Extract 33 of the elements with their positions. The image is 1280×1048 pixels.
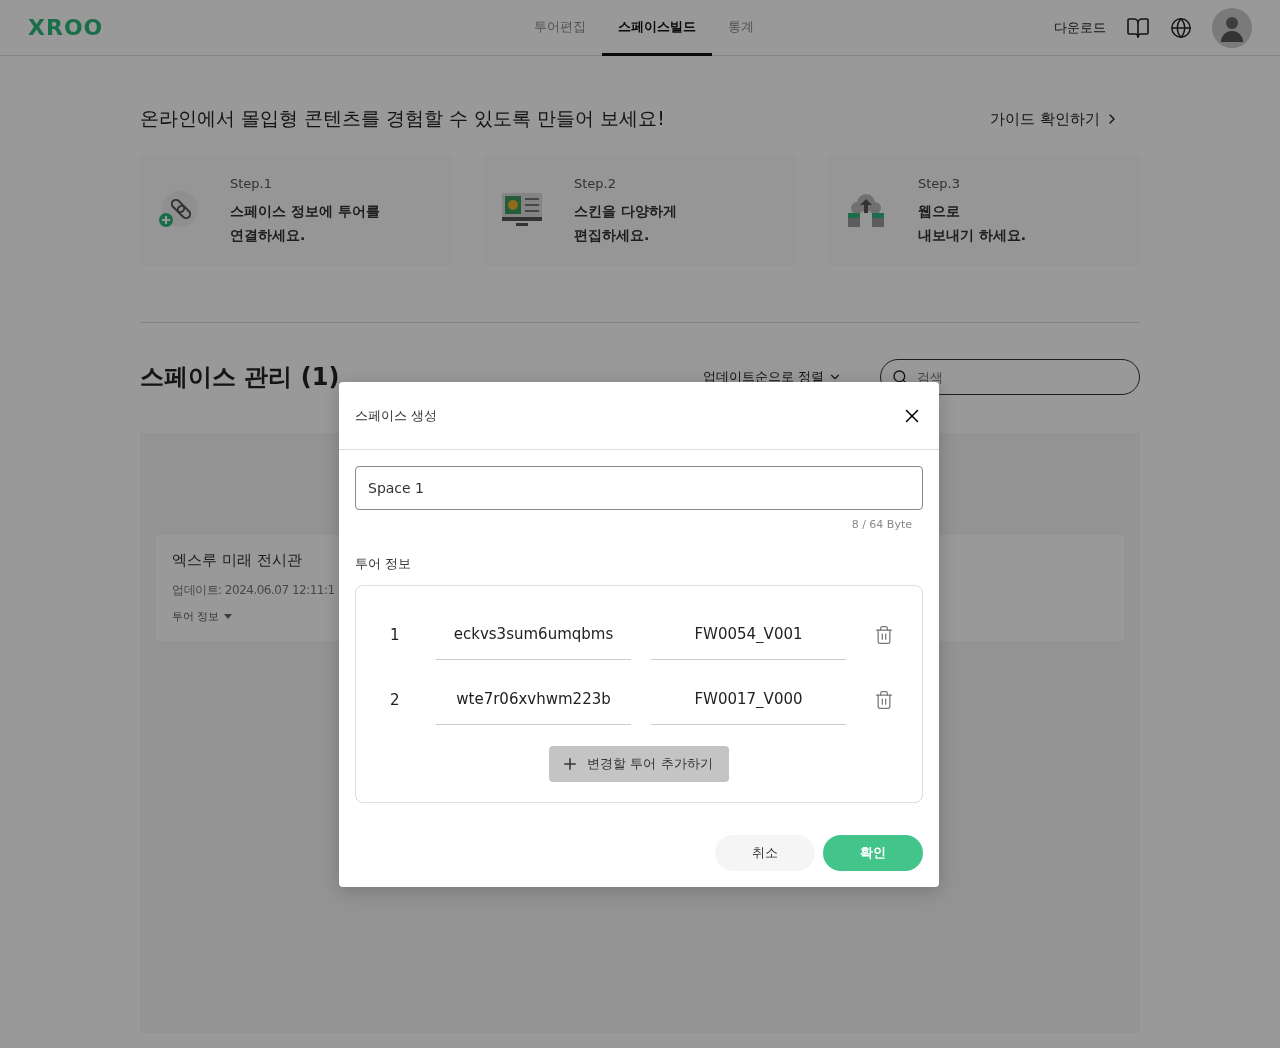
step-description: 스페이스 정보에 투어를 연결하세요. <box>230 201 380 245</box>
tour-code-field[interactable]: FW0054_V001 <box>651 609 846 660</box>
nav-tab[interactable]: 스페이스빌드 <box>602 0 712 56</box>
step-number: Step.3 <box>918 175 961 191</box>
tour-id-field[interactable]: eckvs3sum6umqbms <box>436 609 631 660</box>
delete-button[interactable] <box>874 689 894 710</box>
guide-link[interactable]: 가이드 확인하기 <box>990 109 1140 129</box>
search-icon <box>892 369 908 385</box>
download-link[interactable]: 다운로드 <box>1054 18 1106 37</box>
tour-info-toggle[interactable]: 투어 정보 <box>172 609 232 624</box>
add-tour-button[interactable]: 변경할 투어 추가하기 <box>549 746 729 782</box>
row-number: 2 <box>390 690 401 709</box>
caret-icon <box>223 614 232 619</box>
space-name-field[interactable]: Space 1 <box>355 466 923 510</box>
section-label: 투어 정보 <box>355 555 413 573</box>
tour-id-field[interactable]: wte7r06xvhwm223b <box>436 674 631 725</box>
delete-button[interactable] <box>874 624 894 645</box>
dialog-title: 스페이스 생성 <box>355 406 438 425</box>
cancel-button[interactable]: 취소 <box>715 835 815 871</box>
globe-icon[interactable] <box>1170 16 1192 39</box>
step-number: Step.2 <box>574 175 617 191</box>
space-name: 엑스루 미래 전시관 <box>172 551 302 570</box>
byte-counter: 8 / 64 Byte <box>850 518 913 531</box>
step-description: 웹으로 내보내기 하세요. <box>918 201 1027 245</box>
headline: 온라인에서 몰입형 콘텐츠를 경험할 수 있도록 만들어 보세요! <box>140 106 665 131</box>
row-number: 1 <box>390 625 401 644</box>
tour-code-field[interactable]: FW0017_V000 <box>651 674 846 725</box>
book-icon[interactable] <box>1126 15 1150 40</box>
avatar[interactable] <box>1212 7 1252 48</box>
section-title: 스페이스 관리 (1) <box>140 362 340 393</box>
update-time: 업데이트: 2024.06.07 12:11:1 <box>172 582 335 599</box>
step-number: Step.1 <box>230 175 273 191</box>
step-description: 스킨을 다양하게 편집하세요. <box>574 201 677 245</box>
